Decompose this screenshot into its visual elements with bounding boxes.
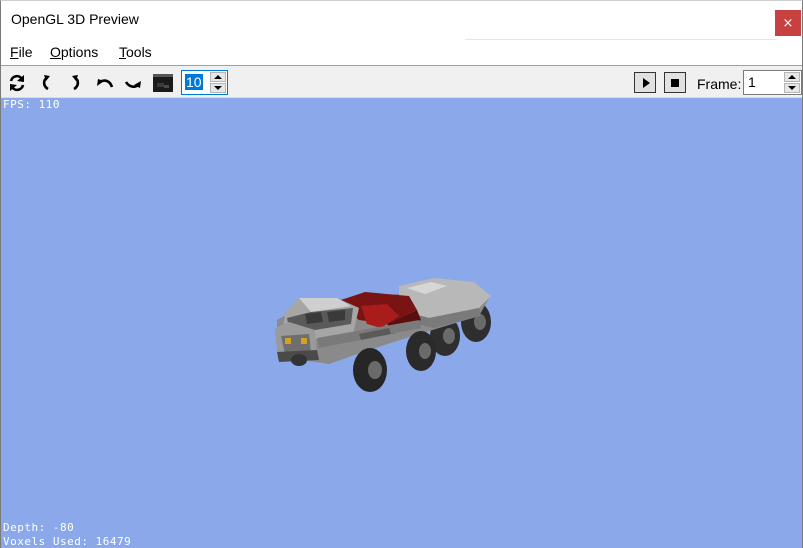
rotate-right-button[interactable] <box>64 72 86 94</box>
screenshot-icon <box>153 74 173 92</box>
menu-file[interactable]: File <box>10 44 33 60</box>
title-bar[interactable]: OpenGL 3D Preview × <box>1 1 802 39</box>
undo-icon <box>97 79 114 88</box>
chevron-up-icon <box>788 75 796 79</box>
close-icon: × <box>782 15 794 31</box>
play-button[interactable] <box>634 72 656 93</box>
screenshot-button[interactable] <box>152 72 174 94</box>
fps-readout: FPS: 110 <box>3 98 60 111</box>
menu-file-accel: F <box>10 44 19 60</box>
close-button[interactable]: × <box>775 10 801 36</box>
toolbar: 10 Frame: 1 <box>1 65 802 98</box>
menu-options-accel: O <box>50 44 61 60</box>
rotate-left-icon <box>42 75 50 91</box>
chevron-up-icon <box>214 75 222 79</box>
step-spin-arrows <box>210 72 226 93</box>
menu-options-label: ptions <box>60 44 99 60</box>
voxel-truck-model <box>275 278 491 392</box>
menu-tools[interactable]: Tools <box>119 44 152 60</box>
rotate-right-icon <box>72 75 80 91</box>
menu-tools-label: ools <box>126 44 152 60</box>
chevron-down-icon <box>788 86 796 90</box>
frame-label: Frame: <box>697 76 742 92</box>
frame-up-button[interactable] <box>784 72 800 82</box>
wheel-middle <box>406 331 436 371</box>
frame-spin-arrows <box>784 72 800 93</box>
redo-button[interactable] <box>122 72 144 94</box>
window-title: OpenGL 3D Preview <box>11 11 139 27</box>
frame-value[interactable]: 1 <box>747 74 757 90</box>
refresh-button[interactable] <box>6 72 28 94</box>
step-spinbox[interactable]: 10 <box>181 70 228 95</box>
chevron-down-icon <box>214 86 222 90</box>
menu-file-label: ile <box>18 44 33 60</box>
stop-button[interactable] <box>664 72 686 93</box>
menu-options[interactable]: Options <box>50 44 98 60</box>
redo-icon <box>124 81 141 88</box>
voxels-readout: Voxels Used: 16479 <box>3 535 132 548</box>
wheel-front <box>353 348 387 392</box>
3d-viewport[interactable]: FPS: 110 Depth: -80 Voxels Used: 16479 <box>1 98 802 548</box>
menu-tools-accel: T <box>119 44 126 60</box>
depth-readout: Depth: -80 <box>3 521 75 534</box>
step-down-button[interactable] <box>210 83 226 93</box>
stop-icon <box>671 78 679 87</box>
rotate-left-button[interactable] <box>36 72 58 94</box>
step-up-button[interactable] <box>210 72 226 82</box>
frame-spinbox[interactable]: 1 <box>743 70 802 95</box>
refresh-icon <box>9 74 25 92</box>
play-icon <box>642 77 650 88</box>
frame-down-button[interactable] <box>784 83 800 93</box>
undo-button[interactable] <box>94 72 116 94</box>
wheel-front-left <box>291 354 307 366</box>
menu-bar: File Options Tools <box>1 40 802 65</box>
step-value[interactable]: 10 <box>185 74 203 90</box>
app-window: OpenGL 3D Preview × File Options Tools 1… <box>0 0 803 548</box>
